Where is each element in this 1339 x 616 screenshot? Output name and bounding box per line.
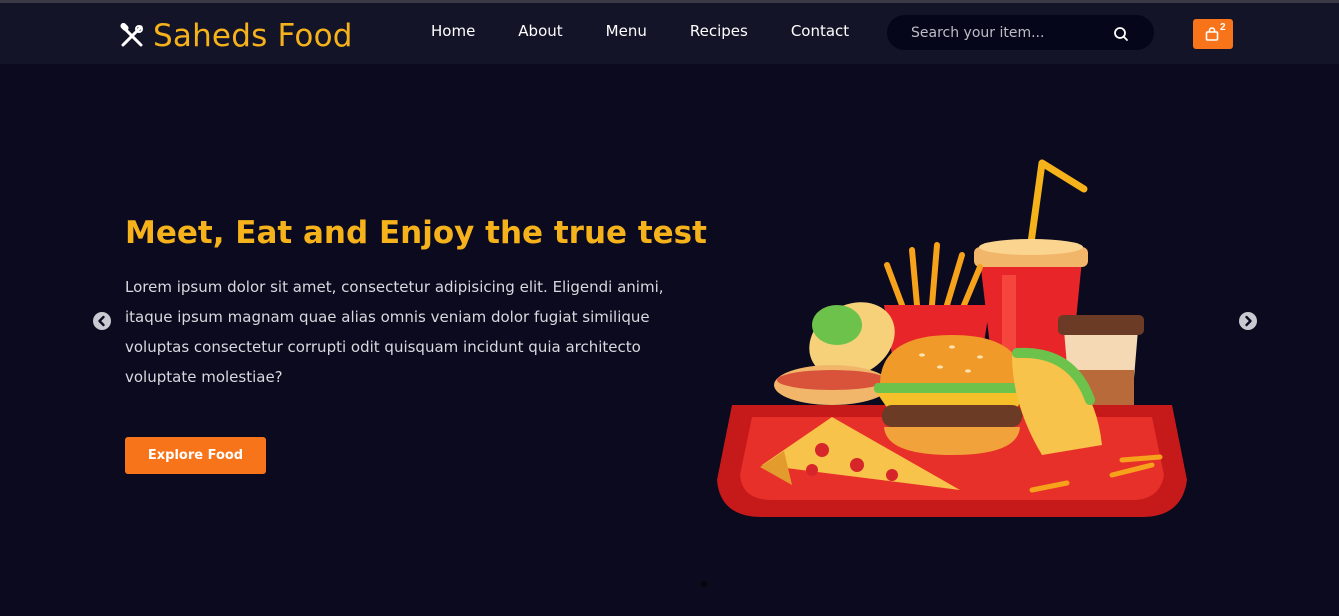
cart-count-badge: 2 bbox=[1220, 22, 1226, 33]
brand-logo[interactable]: Saheds Food bbox=[119, 16, 353, 56]
chevron-left-icon bbox=[98, 315, 105, 327]
chevron-right-icon bbox=[1245, 315, 1252, 327]
hero-title: Meet, Eat and Enjoy the true test bbox=[125, 215, 707, 251]
carousel-indicator[interactable] bbox=[701, 581, 707, 587]
search-input[interactable] bbox=[911, 23, 1111, 42]
explore-food-button[interactable]: Explore Food bbox=[125, 437, 266, 474]
brand-name: Saheds Food bbox=[153, 18, 353, 54]
nav-item-menu[interactable]: Menu bbox=[606, 22, 647, 40]
carousel-prev-button[interactable] bbox=[93, 312, 111, 330]
main-nav: Home About Menu Recipes Contact bbox=[431, 22, 892, 40]
fork-knife-icon bbox=[120, 23, 143, 47]
shopping-bag-icon bbox=[1205, 27, 1219, 41]
nav-item-contact[interactable]: Contact bbox=[791, 22, 849, 40]
cart-button[interactable]: 2 bbox=[1193, 19, 1233, 49]
hero-description: Lorem ipsum dolor sit amet, consectetur … bbox=[125, 278, 664, 386]
nav-item-recipes[interactable]: Recipes bbox=[690, 22, 748, 40]
nav-item-home[interactable]: Home bbox=[431, 22, 475, 40]
search-icon[interactable] bbox=[1113, 26, 1129, 42]
carousel-next-button[interactable] bbox=[1239, 312, 1257, 330]
nav-item-about[interactable]: About bbox=[518, 22, 562, 40]
fast-food-tray-illustration bbox=[717, 159, 1187, 517]
